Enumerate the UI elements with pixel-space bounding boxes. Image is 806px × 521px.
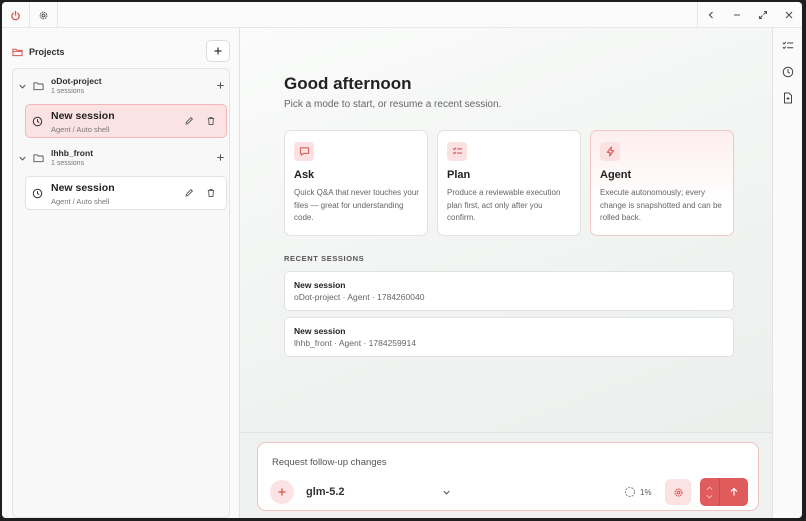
add-session-icon[interactable] xyxy=(216,81,225,90)
chevron-up-icon[interactable] xyxy=(706,485,713,491)
mode-title: Ask xyxy=(294,169,315,181)
model-selector[interactable]: glm-5.2 xyxy=(306,486,345,498)
right-rail xyxy=(772,28,802,518)
chevron-down-icon[interactable] xyxy=(18,82,27,91)
project-tree: oDot-project 1 sessions New session Agen… xyxy=(12,68,230,518)
chat-bubble-icon xyxy=(294,142,314,161)
maximize-button[interactable] xyxy=(750,2,776,28)
recent-session-item[interactable]: New session lhhb_front · Agent · 1784259… xyxy=(284,317,734,357)
mode-description: Execute autonomously; every change is sn… xyxy=(600,188,722,222)
greeting-subtitle: Pick a mode to start, or resume a recent… xyxy=(284,99,502,110)
title-bar xyxy=(2,2,802,28)
context-usage-ring-icon xyxy=(624,486,636,498)
trash-icon[interactable] xyxy=(206,188,216,198)
mode-cards: Ask Quick Q&A that never touches your fi… xyxy=(284,130,734,236)
arrow-up-icon xyxy=(730,487,738,496)
composer[interactable]: Request follow-up changes glm-5.2 1% xyxy=(257,442,759,511)
greeting-title: Good afternoon xyxy=(284,74,412,93)
project-session-count: 1 sessions xyxy=(51,160,85,167)
session-item[interactable]: New session Agent / Auto shell xyxy=(25,176,227,210)
gear-icon xyxy=(39,11,48,19)
composer-settings-button[interactable] xyxy=(665,479,691,505)
expand-icon xyxy=(758,10,768,20)
attach-button[interactable] xyxy=(270,480,294,504)
projects-title: Projects xyxy=(29,47,65,57)
app-logo-button[interactable] xyxy=(2,2,30,28)
projects-header: Projects xyxy=(12,40,230,64)
mode-title: Plan xyxy=(447,169,471,181)
project-row-odot[interactable]: oDot-project 1 sessions xyxy=(13,73,229,101)
pencil-icon[interactable] xyxy=(184,116,194,126)
context-usage-percent: 1% xyxy=(640,488,652,497)
checklist-icon xyxy=(782,41,794,50)
folder-icon xyxy=(33,154,44,163)
folder-open-icon xyxy=(12,48,23,57)
message-input[interactable]: Request follow-up changes xyxy=(272,457,387,468)
add-session-icon[interactable] xyxy=(216,153,225,162)
mode-card-plan[interactable]: Plan Produce a reviewable execution plan… xyxy=(437,130,581,236)
chevron-down-icon[interactable] xyxy=(706,494,713,500)
composer-area: Request follow-up changes glm-5.2 1% xyxy=(240,432,772,518)
project-name: oDot-project xyxy=(51,76,102,86)
minimize-icon xyxy=(734,14,740,16)
recent-session-name: New session xyxy=(294,326,346,336)
collapse-button[interactable] xyxy=(698,2,724,28)
app-window: Projects oDot-project 1 sessions New ses… xyxy=(2,2,802,518)
lightning-icon xyxy=(600,142,620,161)
chevron-left-icon xyxy=(708,11,713,19)
mode-title: Agent xyxy=(600,169,632,181)
send-control xyxy=(700,478,748,506)
trash-icon[interactable] xyxy=(206,116,216,126)
clock-icon xyxy=(32,188,43,199)
mode-description: Quick Q&A that never touches your files … xyxy=(294,188,419,222)
plus-icon xyxy=(214,47,222,55)
chevron-down-icon[interactable] xyxy=(442,488,451,497)
power-icon xyxy=(11,10,20,20)
plus-icon xyxy=(278,488,286,496)
project-session-count: 1 sessions xyxy=(51,88,85,95)
session-item-active[interactable]: New session Agent / Auto shell xyxy=(25,104,227,138)
clock-icon xyxy=(782,66,794,78)
send-stepper[interactable] xyxy=(700,478,720,506)
checklist-icon xyxy=(447,142,467,161)
mode-card-ask[interactable]: Ask Quick Q&A that never touches your fi… xyxy=(284,130,428,236)
recent-session-item[interactable]: New session oDot-project · Agent · 17842… xyxy=(284,271,734,311)
pencil-icon[interactable] xyxy=(184,188,194,198)
close-icon xyxy=(785,11,793,19)
project-row-lhhb[interactable]: lhhb_front 1 sessions xyxy=(13,145,229,173)
settings-button[interactable] xyxy=(30,2,58,28)
tasks-button[interactable] xyxy=(781,39,795,53)
add-project-button[interactable] xyxy=(206,40,230,62)
project-name: lhhb_front xyxy=(51,148,94,158)
close-button[interactable] xyxy=(776,2,802,28)
send-button[interactable] xyxy=(720,478,748,506)
session-name: New session xyxy=(51,182,115,194)
main-panel: Good afternoon Pick a mode to start, or … xyxy=(240,28,772,518)
history-button[interactable] xyxy=(781,65,795,79)
recent-session-name: New session xyxy=(294,280,346,290)
mode-description: Produce a reviewable execution plan firs… xyxy=(447,188,561,222)
session-mode: Agent / Auto shell xyxy=(51,125,110,134)
recent-sessions-label: RECENT SESSIONS xyxy=(284,254,365,263)
recent-session-meta: lhhb_front · Agent · 1784259914 xyxy=(294,338,416,348)
gear-icon xyxy=(673,487,683,497)
chevron-down-icon[interactable] xyxy=(18,154,27,163)
session-name: New session xyxy=(51,110,115,122)
mode-card-agent[interactable]: Agent Execute autonomously; every change… xyxy=(590,130,734,236)
minimize-button[interactable] xyxy=(724,2,750,28)
sidebar: Projects oDot-project 1 sessions New ses… xyxy=(2,28,240,518)
file-icon xyxy=(784,92,792,104)
clock-icon xyxy=(32,116,43,127)
recent-session-meta: oDot-project · Agent · 1784260040 xyxy=(294,292,425,302)
folder-icon xyxy=(33,82,44,91)
session-mode: Agent / Auto shell xyxy=(51,197,110,206)
file-diff-button[interactable] xyxy=(781,91,795,105)
